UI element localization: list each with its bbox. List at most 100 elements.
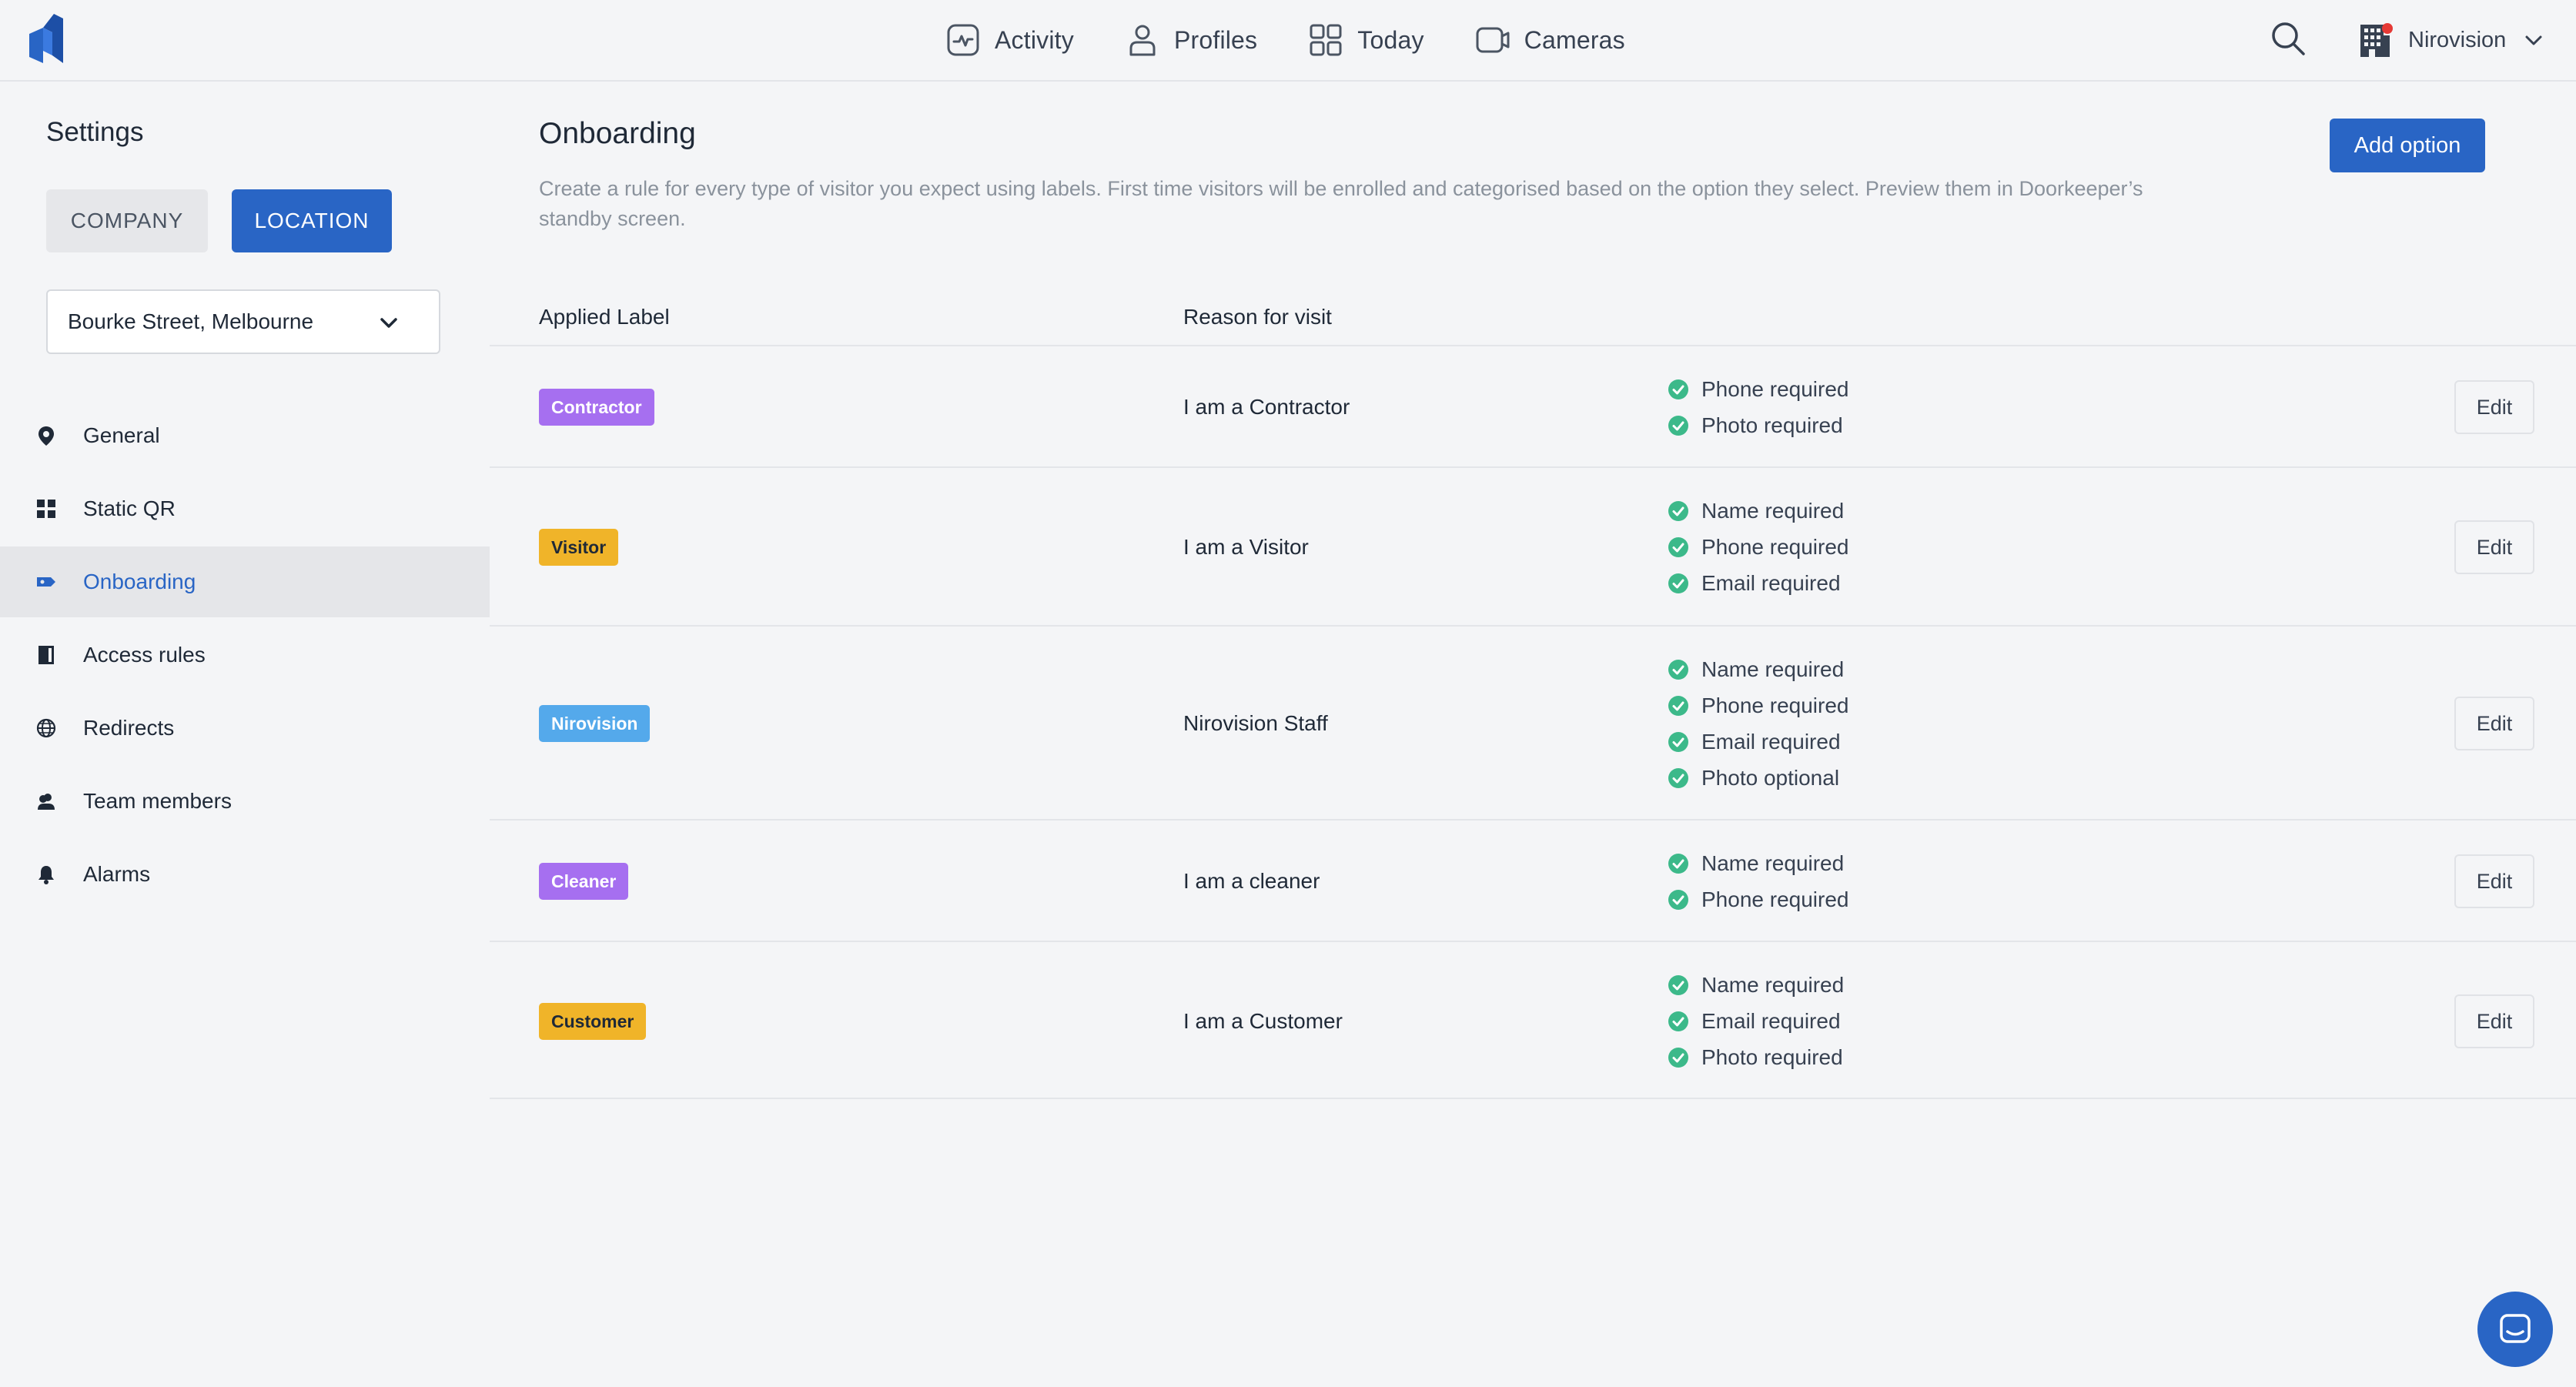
check-circle-icon (1668, 889, 1688, 910)
requirement-text: Phone required (1701, 535, 1849, 559)
page-description: Create a rule for every type of visitor … (539, 177, 2143, 230)
nav-profiles-label: Profiles (1173, 25, 1258, 54)
table-row: Visitor I am a Visitor Name required Phone … (490, 466, 2576, 625)
requirement-item: Name required (1668, 493, 1848, 530)
requirement-item: Phone required (1668, 687, 1848, 724)
settings-sidebar: Settings COMPANY LOCATION Bourke Street,… (0, 83, 490, 1387)
qr-icon (37, 500, 55, 518)
check-circle-icon (1668, 695, 1688, 716)
requirement-text: Photo optional (1701, 765, 1840, 790)
chat-icon (2500, 1314, 2531, 1343)
sidebar-item-team-members[interactable]: Team members (0, 766, 490, 837)
sidebar-item-label: Static QR (83, 496, 176, 520)
location-select[interactable]: Bourke Street, Melbourne (46, 289, 440, 354)
sidebar-item-onboarding[interactable]: Onboarding (0, 546, 490, 617)
org-name: Nirovision (2408, 27, 2507, 52)
requirement-text: Phone required (1701, 887, 1849, 911)
requirement-item: Name required (1668, 845, 1848, 881)
check-circle-icon (1668, 767, 1688, 788)
nav-profiles[interactable]: Profiles (1125, 22, 1257, 58)
location-scope-button[interactable]: LOCATION (232, 189, 392, 252)
check-circle-icon (1668, 975, 1688, 995)
check-circle-icon (1668, 731, 1688, 752)
tag-icon (37, 577, 55, 587)
chat-launcher-button[interactable] (2477, 1292, 2553, 1367)
nirovision-logo[interactable] (29, 14, 63, 63)
sidebar-item-static-qr[interactable]: Static QR (0, 473, 490, 544)
camera-icon (1476, 27, 1510, 53)
requirement-text: Name required (1701, 499, 1845, 523)
requirement-text: Phone required (1701, 693, 1849, 717)
sidebar-item-general[interactable]: General (0, 400, 490, 471)
edit-button[interactable]: Edit (2454, 854, 2534, 908)
chevron-down-icon (380, 318, 397, 328)
requirement-text: Name required (1701, 657, 1845, 681)
activity-icon (947, 24, 979, 56)
check-circle-icon (1668, 379, 1688, 399)
search-icon[interactable] (2270, 20, 2307, 57)
location-select-value: Bourke Street, Melbourne (68, 309, 314, 333)
requirement-item: Photo optional (1668, 760, 1848, 796)
requirements-list: Name required Email required Photo require… (1668, 968, 1844, 1076)
top-navigation-bar: Activity Profiles Today Cameras Nirovisi… (0, 0, 2576, 82)
sidebar-item-label: Team members (83, 789, 232, 813)
organization-switcher[interactable]: Nirovision (2357, 18, 2544, 62)
nav-activity-label: Activity (995, 25, 1074, 54)
sidebar-item-label: Onboarding (83, 570, 196, 593)
requirement-item: Phone required (1668, 530, 1848, 566)
check-circle-icon (1668, 1048, 1688, 1068)
check-circle-icon (1668, 537, 1688, 557)
nav-today[interactable]: Today (1308, 22, 1423, 58)
edit-button[interactable]: Edit (2454, 380, 2534, 434)
table-row: Cleaner I am a cleaner Name required Phone … (490, 819, 2576, 941)
label-badge: Visitor (539, 529, 619, 566)
sidebar-item-redirects[interactable]: Redirects (0, 693, 490, 764)
requirements-list: Name required Phone required Email require… (1668, 493, 1848, 602)
page-title: Onboarding (539, 117, 696, 150)
company-scope-button[interactable]: COMPANY (46, 189, 208, 252)
check-circle-icon (1668, 573, 1688, 593)
nav-activity[interactable]: Activity (945, 22, 1074, 58)
requirement-text: Phone required (1701, 376, 1849, 401)
requirement-item: Phone required (1668, 881, 1848, 917)
requirements-list: Name required Phone required (1668, 845, 1848, 917)
add-option-button[interactable]: Add option (2330, 119, 2485, 172)
onboarding-rules-table: Contractor I am a Contractor Phone require… (490, 345, 2576, 1099)
label-badge: Contractor (539, 389, 654, 426)
sidebar-item-label: Alarms (83, 862, 151, 886)
sidebar-item-label: Redirects (83, 716, 175, 740)
requirement-item: Email required (1668, 566, 1848, 602)
check-circle-icon (1668, 1011, 1688, 1031)
sidebar-item-alarms[interactable]: Alarms (0, 839, 490, 910)
reason-text: Nirovision Staff (1183, 711, 1328, 735)
requirement-item: Photo required (1668, 407, 1848, 443)
reason-text: I am a Contractor (1183, 395, 1350, 419)
requirement-text: Photo required (1701, 1045, 1843, 1069)
table-row: Contractor I am a Contractor Phone require… (490, 345, 2576, 466)
nav-cameras[interactable]: Cameras (1475, 22, 1625, 58)
team-icon (38, 794, 55, 810)
person-icon (1129, 25, 1156, 56)
sidebar-item-label: General (83, 423, 160, 447)
sidebar-item-access-rules[interactable]: Access rules (0, 620, 490, 690)
main-nav: Activity Profiles Today Cameras (945, 18, 1625, 62)
edit-button[interactable]: Edit (2454, 697, 2534, 750)
edit-button[interactable]: Edit (2454, 520, 2534, 574)
requirement-item: Photo required (1668, 1040, 1844, 1076)
requirement-text: Name required (1701, 851, 1845, 875)
label-badge: Nirovision (539, 705, 651, 742)
check-circle-icon (1668, 853, 1688, 874)
requirement-text: Photo required (1701, 413, 1843, 437)
building-icon (2357, 22, 2393, 58)
reason-text: I am a Customer (1183, 1009, 1343, 1033)
column-header-applied-label: Applied Label (539, 305, 670, 329)
requirement-item: Phone required (1668, 371, 1848, 407)
requirements-list: Name required Phone required Email require… (1668, 651, 1848, 796)
door-icon (38, 646, 54, 664)
globe-icon (36, 718, 56, 738)
edit-button[interactable]: Edit (2454, 994, 2534, 1048)
table-row: Customer I am a Customer Name required Emai… (490, 941, 2576, 1099)
requirement-item: Email required (1668, 1004, 1844, 1040)
check-circle-icon (1668, 501, 1688, 521)
requirement-text: Email required (1701, 729, 1841, 754)
